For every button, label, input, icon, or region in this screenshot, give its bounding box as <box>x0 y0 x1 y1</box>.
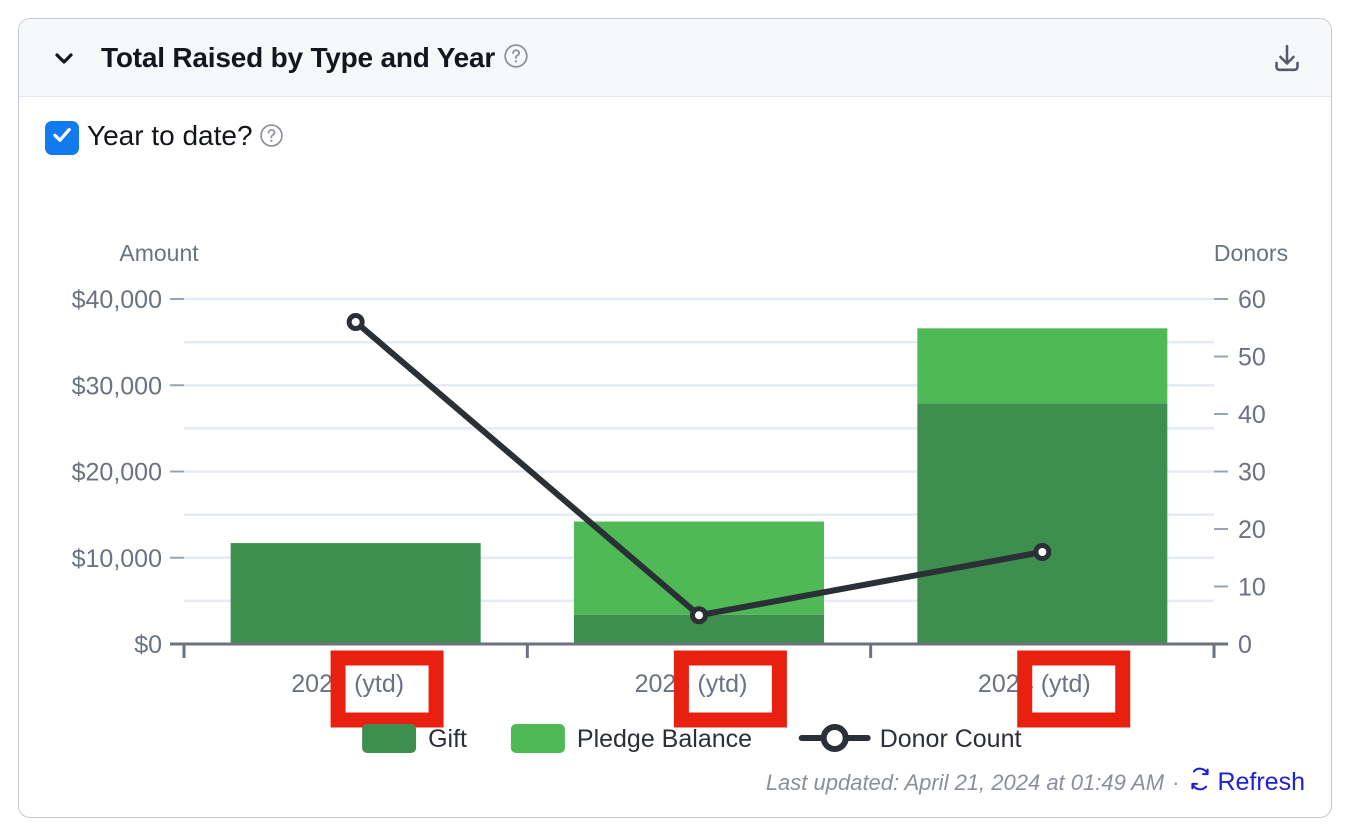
y-tick-label: $30,000 <box>72 372 162 400</box>
y2-tick-label: 50 <box>1238 344 1266 372</box>
bar-gift <box>230 543 481 644</box>
card-header: Total Raised by Type and Year <box>19 19 1331 97</box>
y-tick-label: $40,000 <box>72 286 162 314</box>
y2-axis-title: Donors <box>1214 240 1288 266</box>
legend-swatch[interactable] <box>362 724 417 753</box>
refresh-icon <box>1187 766 1213 799</box>
last-updated-text: Last updated: April 21, 2024 at 01:49 AM <box>765 769 1165 795</box>
donor-count-marker <box>1033 543 1052 561</box>
legend-label[interactable]: Donor Count <box>880 725 1022 753</box>
legend-label[interactable]: Gift <box>428 725 467 753</box>
y2-tick-label: 20 <box>1238 516 1266 544</box>
refresh-label: Refresh <box>1217 768 1305 796</box>
legend-label[interactable]: Pledge Balance <box>577 725 752 753</box>
y2-axis-ticks: 0 10 20 30 40 50 60 <box>1214 286 1266 659</box>
y-axis-ticks: $0 $10,000 $20,000 $30,000 $40,000 <box>72 286 184 659</box>
chart-legend: Gift Pledge Balance Donor Count <box>362 724 1022 753</box>
x-tick-suffix-2022: (ytd) <box>354 670 404 698</box>
y-axis-title: Amount <box>119 240 199 266</box>
bar-gift <box>917 403 1168 644</box>
y2-tick-label: 10 <box>1238 574 1266 602</box>
footer-separator: · <box>1172 769 1180 795</box>
refresh-button[interactable]: Refresh <box>1187 766 1305 799</box>
bar-pledge-balance <box>917 328 1168 404</box>
year-to-date-control[interactable]: Year to date? <box>45 119 284 156</box>
year-to-date-help-icon[interactable] <box>259 122 284 156</box>
y-tick-label: $0 <box>134 631 162 659</box>
year-to-date-label: Year to date? <box>87 119 284 156</box>
chart-bars <box>230 328 1168 644</box>
download-icon <box>1269 41 1305 82</box>
page-title: Total Raised by Type and Year <box>101 37 529 81</box>
x-tick-suffix-2024: (ytd) <box>1041 670 1091 698</box>
legend-swatch[interactable] <box>510 724 565 753</box>
y2-tick-label: 60 <box>1238 286 1266 314</box>
card-footer: Last updated: April 21, 2024 at 01:49 AM… <box>766 766 1305 799</box>
x-axis-ticks: 2022 (ytd) 2023 (ytd) 2024 (ytd) <box>291 670 1090 698</box>
y2-tick-label: 40 <box>1238 401 1266 429</box>
chart-area: Amount Donors $0 $10,000 $20,000 $30,000 $40… <box>19 209 1331 769</box>
legend-marker[interactable] <box>820 724 849 752</box>
y-tick-label: $10,000 <box>72 545 162 573</box>
page-title-text: Total Raised by Type and Year <box>101 42 496 73</box>
year-to-date-label-text: Year to date? <box>87 120 253 151</box>
check-icon <box>50 123 74 152</box>
y-tick-label: $20,000 <box>72 459 162 487</box>
y2-tick-label: 0 <box>1238 631 1252 659</box>
x-tick-suffix-2023: (ytd) <box>697 670 747 698</box>
year-to-date-checkbox[interactable] <box>45 120 79 155</box>
title-help-icon[interactable] <box>503 39 529 81</box>
download-button[interactable] <box>1267 41 1307 81</box>
chevron-down-icon <box>52 46 76 70</box>
donor-count-marker <box>690 606 708 625</box>
donor-count-marker <box>346 313 365 331</box>
collapse-toggle-button[interactable] <box>49 43 79 73</box>
chart-card: Total Raised by Type and Year Year to da… <box>18 18 1332 818</box>
y2-tick-label: 30 <box>1238 459 1266 487</box>
